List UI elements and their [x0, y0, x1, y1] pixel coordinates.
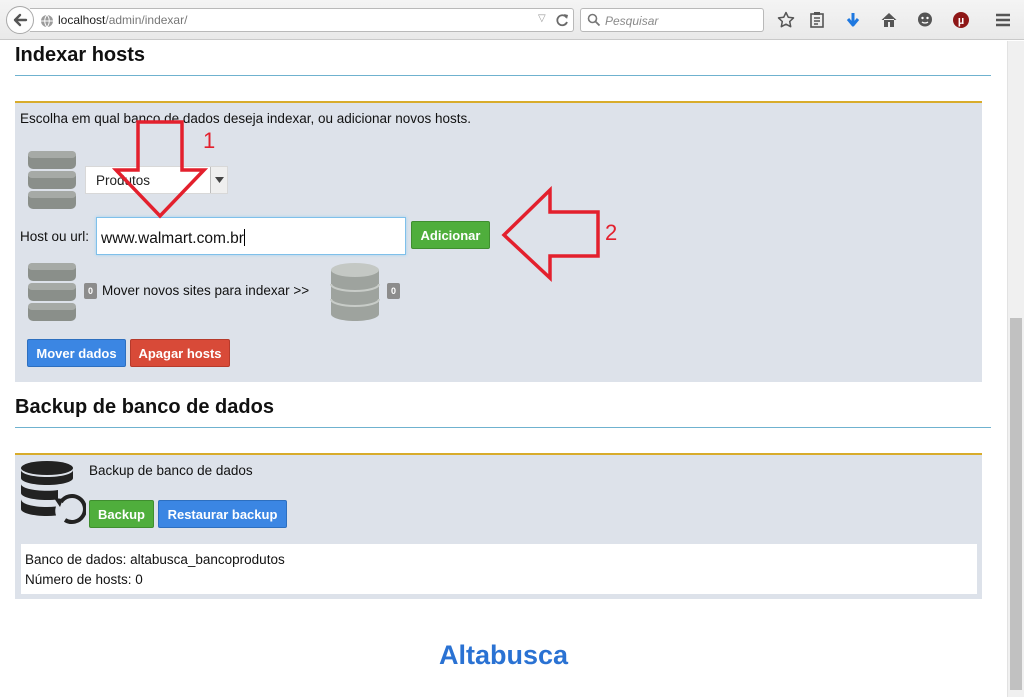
- back-button[interactable]: [6, 6, 34, 34]
- indexar-section-title: Indexar hosts: [15, 44, 146, 66]
- footer-brand: Altabusca: [438, 640, 569, 670]
- reading-list-icon[interactable]: [806, 9, 828, 31]
- utorrent-icon[interactable]: µ: [950, 9, 972, 31]
- browser-toolbar: localhost/admin/indexar/ ▽ Pesquisar µ: [0, 0, 1024, 40]
- svg-text:µ: µ: [958, 15, 964, 27]
- host-url-input[interactable]: www.walmart.com.br: [96, 217, 406, 255]
- backup-info-box: Banco de dados: altabusca_bancoprodutos …: [21, 544, 977, 594]
- globe-icon: [40, 14, 54, 33]
- url-history-dropdown-icon[interactable]: ▽: [538, 13, 546, 24]
- indexed-count-badge: 0: [387, 283, 400, 299]
- section-divider: [15, 427, 991, 428]
- home-icon[interactable]: [878, 9, 900, 31]
- database-icon: [27, 150, 77, 215]
- database-restore-icon: [20, 460, 87, 531]
- downloads-icon[interactable]: [842, 9, 864, 31]
- address-bar[interactable]: localhost/admin/indexar/ ▽: [30, 8, 574, 32]
- database-name-line: Banco de dados: altabusca_bancoprodutos: [25, 552, 285, 567]
- database-select-value: Produtos: [96, 173, 151, 188]
- scrollbar-thumb[interactable]: [1010, 318, 1022, 690]
- new-sites-database-icon: [27, 262, 77, 327]
- menu-icon[interactable]: [992, 9, 1014, 31]
- search-icon: [587, 13, 601, 32]
- host-label: Host ou url:: [20, 229, 90, 244]
- move-sites-label: Mover novos sites para indexar >>: [102, 283, 310, 298]
- chevron-down-icon[interactable]: [210, 167, 227, 193]
- new-sites-count-badge: 0: [84, 283, 97, 299]
- add-host-button[interactable]: Adicionar: [411, 221, 490, 249]
- host-url-value: www.walmart.com.br: [101, 229, 245, 247]
- backup-section-title: Backup de banco de dados: [15, 396, 274, 418]
- chat-icon[interactable]: [914, 9, 936, 31]
- search-input[interactable]: Pesquisar: [580, 8, 764, 32]
- indexar-intro-text: Escolha em qual banco de dados deseja in…: [20, 111, 472, 126]
- database-select[interactable]: Produtos: [85, 166, 228, 194]
- annotation-number-1: 1: [203, 128, 216, 153]
- back-arrow-icon: [13, 13, 28, 27]
- reload-icon[interactable]: [554, 11, 570, 34]
- section-divider: [15, 75, 991, 76]
- backup-panel-heading: Backup de banco de dados: [89, 463, 253, 478]
- restore-backup-button[interactable]: Restaurar backup: [158, 500, 287, 528]
- search-placeholder: Pesquisar: [605, 14, 659, 28]
- backup-button[interactable]: Backup: [89, 500, 154, 528]
- annotation-number-2: 2: [605, 220, 618, 245]
- delete-hosts-button[interactable]: Apagar hosts: [130, 339, 230, 367]
- move-data-button[interactable]: Mover dados: [27, 339, 126, 367]
- hosts-count-line: Número de hosts: 0: [25, 572, 143, 587]
- url-text: localhost/admin/indexar/: [58, 13, 188, 27]
- bookmark-star-icon[interactable]: [775, 9, 797, 31]
- vertical-scrollbar[interactable]: [1007, 41, 1024, 697]
- indexed-database-icon: [330, 262, 380, 327]
